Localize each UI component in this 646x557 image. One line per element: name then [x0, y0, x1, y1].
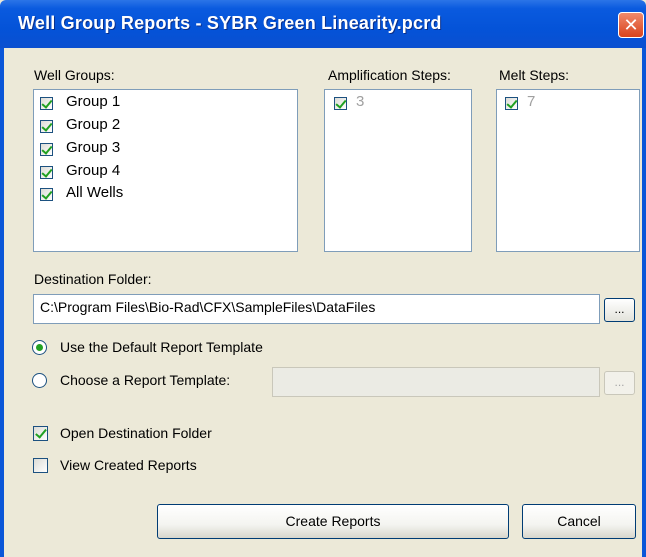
item-label: 3: [356, 93, 365, 110]
checkbox-amplification-step[interactable]: [334, 97, 347, 110]
title-bar[interactable]: Well Group Reports - SYBR Green Linearit…: [0, 0, 646, 48]
default-template-radio[interactable]: [32, 340, 47, 355]
checkbox-group-4[interactable]: [40, 166, 53, 179]
well-groups-list[interactable]: Group 1 Group 2 Group 3 Group 4 All Well…: [33, 89, 298, 252]
window-frame-left: [0, 48, 4, 557]
choose-template-label: Choose a Report Template:: [60, 372, 231, 388]
destination-folder-input[interactable]: C:\Program Files\Bio-Rad\CFX\SampleFiles…: [33, 294, 600, 324]
close-icon: ✕: [623, 14, 639, 35]
template-browse-button[interactable]: ...: [604, 371, 635, 395]
window-frame-right: [642, 48, 646, 557]
item-label: Group 4: [66, 162, 121, 179]
destination-browse-button[interactable]: ...: [604, 298, 635, 322]
create-reports-button[interactable]: Create Reports: [157, 504, 509, 539]
melt-steps-label: Melt Steps:: [499, 67, 570, 83]
item-label: Group 1: [66, 93, 121, 110]
choose-template-radio[interactable]: [32, 373, 47, 388]
amplification-steps-list[interactable]: 3: [324, 89, 472, 252]
well-groups-label: Well Groups:: [34, 67, 115, 83]
view-created-reports-checkbox[interactable]: [33, 458, 48, 473]
cancel-button[interactable]: Cancel: [522, 504, 636, 539]
checkbox-all-wells[interactable]: [40, 188, 53, 201]
open-destination-folder-label: Open Destination Folder: [60, 425, 212, 441]
checkbox-group-1[interactable]: [40, 97, 53, 110]
item-label: 7: [527, 93, 536, 110]
amplification-steps-label: Amplification Steps:: [328, 67, 451, 83]
default-template-label: Use the Default Report Template: [60, 339, 263, 355]
checkbox-group-3[interactable]: [40, 143, 53, 156]
well-group-reports-dialog: Well Group Reports - SYBR Green Linearit…: [0, 0, 646, 557]
close-button[interactable]: ✕: [618, 12, 644, 38]
item-label: All Wells: [66, 184, 124, 201]
view-created-reports-label: View Created Reports: [60, 457, 197, 473]
report-template-input[interactable]: [272, 367, 600, 397]
checkbox-group-2[interactable]: [40, 120, 53, 133]
item-label: Group 2: [66, 116, 121, 133]
item-label: Group 3: [66, 139, 121, 156]
destination-folder-label: Destination Folder:: [34, 271, 152, 287]
checkbox-melt-step[interactable]: [505, 97, 518, 110]
window-title: Well Group Reports - SYBR Green Linearit…: [18, 13, 442, 33]
open-destination-folder-checkbox[interactable]: [33, 426, 48, 441]
melt-steps-list[interactable]: 7: [496, 89, 640, 252]
